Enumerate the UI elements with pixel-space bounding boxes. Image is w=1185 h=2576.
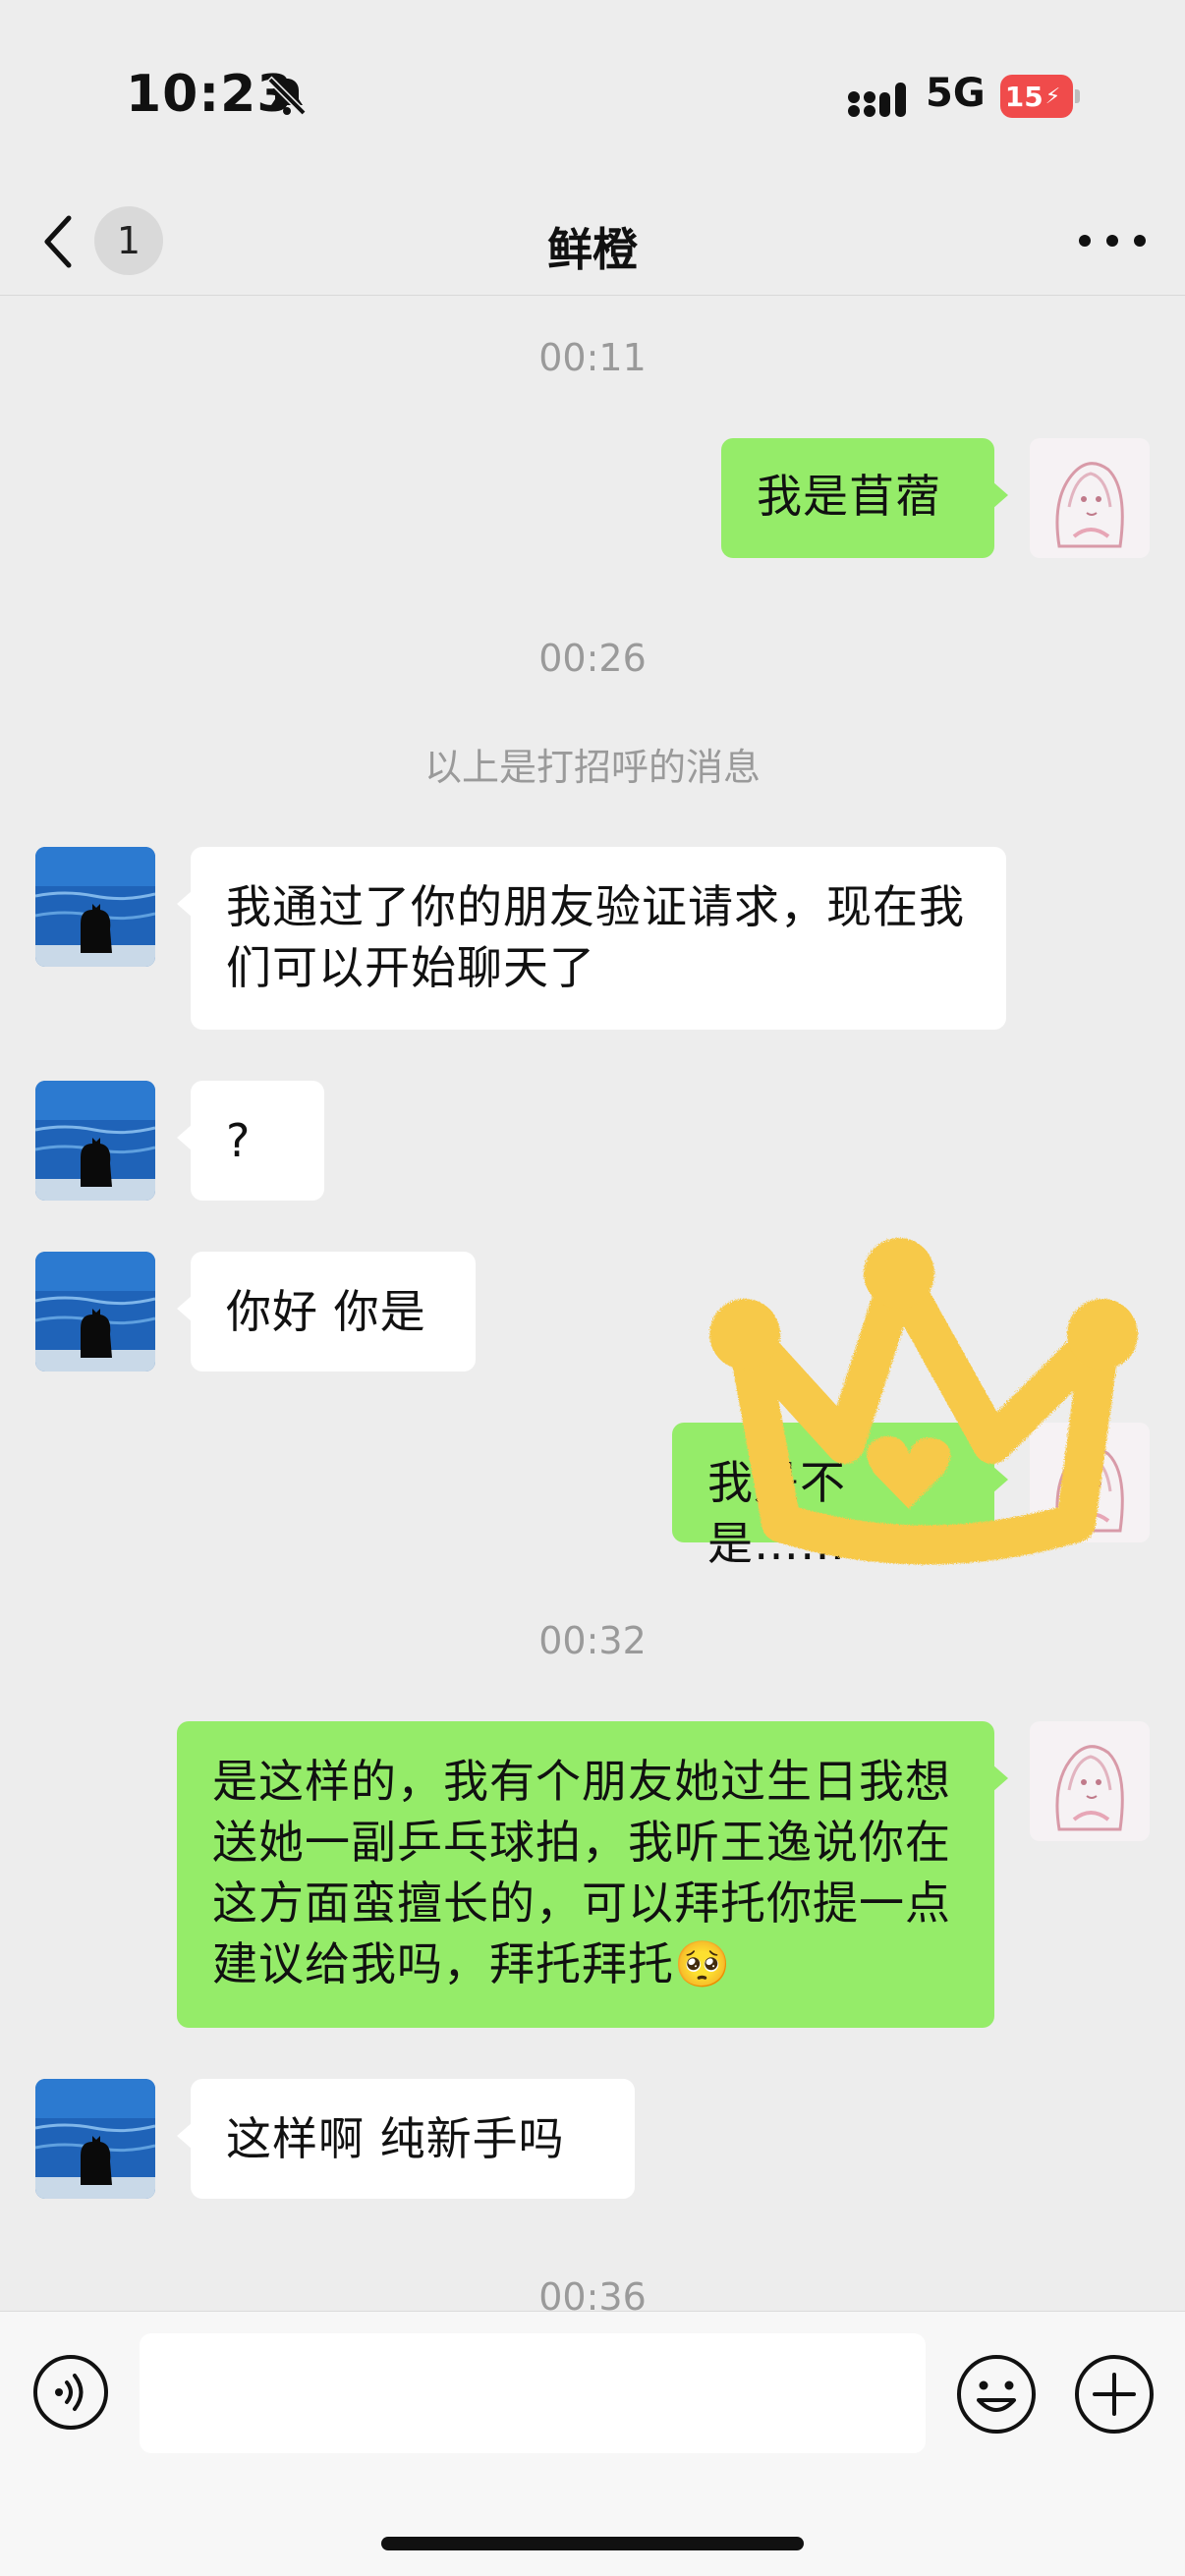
timestamp: 00:32 bbox=[538, 1619, 647, 1662]
avatar-contact-image bbox=[35, 1252, 155, 1372]
message-input[interactable] bbox=[140, 2333, 926, 2453]
system-message: 以上是打招呼的消息 bbox=[423, 746, 761, 789]
avatar-contact-image bbox=[35, 1081, 155, 1201]
bell-slash-icon bbox=[266, 76, 308, 117]
message-bubble-received[interactable]: ? bbox=[177, 1081, 324, 1201]
avatar-self[interactable] bbox=[1030, 438, 1150, 558]
plus-icon[interactable] bbox=[1073, 2353, 1156, 2436]
status-bar: 10:23 5G 15 ⚡ bbox=[0, 0, 1185, 187]
chat-title: 鲜橙 bbox=[547, 223, 638, 276]
message-bubble-received[interactable]: 我通过了你的朋友验证请求，现在我们可以开始聊天了 bbox=[177, 847, 1006, 1030]
unread-badge: 1 bbox=[94, 206, 163, 275]
avatar-self-image bbox=[1030, 1721, 1150, 1841]
avatar-contact-image bbox=[35, 2079, 155, 2199]
message-text: 我是苜蓿 bbox=[757, 470, 941, 523]
more-dots-icon bbox=[1079, 235, 1146, 247]
more-button[interactable] bbox=[1075, 216, 1150, 265]
avatar-self[interactable] bbox=[1030, 1721, 1150, 1841]
message-text: 这样啊 纯新手吗 bbox=[226, 2112, 565, 2165]
voice-icon[interactable] bbox=[31, 2353, 110, 2432]
emoji-icon[interactable] bbox=[955, 2353, 1038, 2436]
battery-indicator: 15 ⚡ bbox=[1000, 75, 1080, 118]
battery-level: 15 bbox=[1004, 80, 1044, 113]
signal-icon bbox=[848, 83, 906, 117]
message-bubble-sent[interactable]: 是这样的，我有个朋友她过生日我想送她一副乒乓球拍，我听王逸说你在这方面蛮擅长的，… bbox=[177, 1721, 1008, 2028]
avatar-contact[interactable] bbox=[35, 1081, 155, 1201]
back-button[interactable]: 1 bbox=[39, 206, 177, 277]
message-text: ? bbox=[226, 1114, 252, 1167]
message-text: 我通过了你的朋友验证请求，现在我们可以开始聊天了 bbox=[226, 880, 965, 994]
network-label: 5G bbox=[926, 71, 986, 116]
timestamp: 00:11 bbox=[538, 336, 647, 379]
avatar-self-image bbox=[1030, 438, 1150, 558]
avatar-contact-image bbox=[35, 847, 155, 967]
avatar-contact[interactable] bbox=[35, 847, 155, 967]
chat-screen: 10:23 5G 15 ⚡ 1 鲜橙 00:11 我是苜蓿 00:26 以上是打… bbox=[0, 0, 1185, 2576]
message-text: 是这样的，我有个朋友她过生日我想送她一副乒乓球拍，我听王逸说你在这方面蛮擅长的，… bbox=[212, 1755, 951, 1990]
message-text: 你好 你是 bbox=[226, 1285, 426, 1338]
timestamp: 00:26 bbox=[538, 637, 647, 680]
avatar-contact[interactable] bbox=[35, 1252, 155, 1372]
chevron-left-icon bbox=[44, 215, 72, 268]
message-bubble-sent[interactable]: 我是苜蓿 bbox=[721, 438, 1008, 558]
crown-sticker bbox=[709, 1238, 1138, 1565]
charging-icon: ⚡ bbox=[1044, 84, 1061, 109]
avatar-contact[interactable] bbox=[35, 2079, 155, 2199]
nav-bar: 1 鲜橙 bbox=[0, 187, 1185, 296]
home-indicator[interactable] bbox=[381, 2537, 804, 2550]
message-bubble-received[interactable]: 你好 你是 bbox=[177, 1252, 476, 1372]
timestamp: 00:36 bbox=[538, 2275, 647, 2311]
message-bubble-received[interactable]: 这样啊 纯新手吗 bbox=[177, 2079, 635, 2199]
